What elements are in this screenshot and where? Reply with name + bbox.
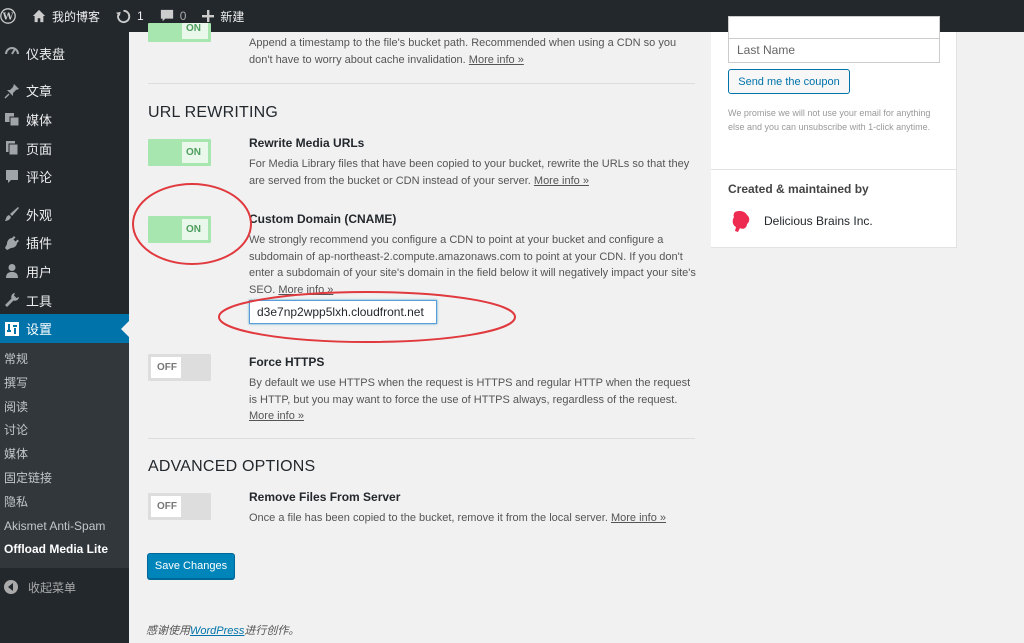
comment-icon (4, 169, 20, 185)
menu-tools[interactable]: 工具 (0, 286, 129, 315)
menu-label: 文章 (26, 84, 53, 100)
svg-text:W: W (2, 12, 14, 23)
url-rewriting-heading: URL REWRITING (148, 104, 279, 121)
submenu-item-media[interactable]: 媒体 (0, 443, 129, 467)
updates-icon (116, 9, 131, 23)
comments-count: 0 (179, 9, 187, 23)
footer-credit: 感谢使用WordPress进行创作。 (146, 625, 300, 637)
menu-dashboard[interactable]: 仪表盘 (0, 39, 129, 68)
advanced-options-heading: ADVANCED OPTIONS (148, 458, 316, 475)
wordpress-logo-icon[interactable]: W (0, 0, 24, 32)
submenu-item-akismet[interactable]: Akismet Anti-Spam (0, 515, 129, 539)
send-coupon-button[interactable]: Send me the coupon (728, 69, 850, 94)
brush-icon (4, 206, 20, 222)
remove-files-toggle[interactable]: OFF (148, 493, 211, 520)
settings-icon (4, 321, 20, 337)
dashboard-icon (4, 45, 20, 61)
rewrite-urls-setting: Rewrite Media URLs For Media Library fil… (249, 136, 697, 189)
submenu-item-writing[interactable]: 撰写 (0, 372, 129, 396)
updates-count: 1 (137, 9, 144, 23)
privacy-promise-text: We promise we will not use your email fo… (728, 108, 931, 132)
custom-domain-title: Custom Domain (CNAME) (249, 212, 397, 226)
submenu-item-permalinks[interactable]: 固定链接 (0, 467, 129, 491)
comment-icon (160, 9, 173, 22)
collapse-arrow-icon (4, 580, 18, 595)
site-name: 我的博客 (52, 9, 101, 24)
menu-label: 工具 (26, 293, 53, 309)
remove-files-setting: Remove Files From Server Once a file has… (249, 490, 697, 527)
divider (711, 169, 957, 170)
company-name: Delicious Brains Inc. (764, 214, 873, 228)
submenu-item-reading[interactable]: 阅读 (0, 396, 129, 420)
custom-domain-more-info-link[interactable]: More info » (278, 284, 333, 296)
remove-files-title: Remove Files From Server (249, 490, 401, 504)
submenu-item-general[interactable]: 常规 (0, 348, 129, 372)
media-icon (4, 111, 20, 127)
timestamp-more-info-link[interactable]: More info » (469, 54, 524, 66)
settings-submenu: 常规 撰写 阅读 讨论 媒体 固定链接 隐私 Akismet Anti-Spam… (0, 342, 129, 569)
divider (148, 438, 695, 439)
force-https-more-info-link[interactable]: More info » (249, 410, 304, 422)
pin-icon (4, 83, 20, 99)
force-https-setting: Force HTTPS By default we use HTTPS when… (249, 355, 697, 425)
save-changes-button[interactable]: Save Changes (147, 553, 235, 579)
timestamp-description: Append a timestamp to the file's bucket … (249, 37, 677, 66)
force-https-toggle[interactable]: OFF (148, 354, 211, 381)
admin-sidebar: 仪表盘 文章 媒体 页面 评论 外观 插件 用户 工具 设置 常规 撰写 阅读 … (0, 32, 129, 643)
custom-domain-input[interactable]: d3e7np2wpp5lxh.cloudfront.net (249, 300, 437, 324)
delicious-brains-logo-icon (728, 208, 754, 234)
menu-appearance[interactable]: 外观 (0, 200, 129, 229)
menu-settings[interactable]: 设置 (0, 314, 129, 343)
rewrite-urls-title: Rewrite Media URLs (249, 136, 365, 150)
submenu-item-discussion[interactable]: 讨论 (0, 419, 129, 443)
submenu-item-offload-media[interactable]: Offload Media Lite (0, 538, 129, 562)
coupon-sidebar-panel: Last Name Send me the coupon We promise … (711, 16, 957, 248)
force-https-title: Force HTTPS (249, 355, 325, 369)
menu-label: 页面 (26, 141, 53, 157)
menu-plugins[interactable]: 插件 (0, 229, 129, 258)
force-https-description: By default we use HTTPS when the request… (249, 377, 691, 406)
divider (148, 83, 695, 84)
menu-media[interactable]: 媒体 (0, 105, 129, 134)
menu-comments[interactable]: 评论 (0, 162, 129, 191)
user-icon (4, 263, 20, 279)
updates-link[interactable]: 1 (108, 0, 152, 32)
wrench-icon (4, 292, 20, 308)
last-name-input[interactable]: Last Name (728, 38, 940, 63)
menu-users[interactable]: 用户 (0, 257, 129, 286)
custom-domain-toggle[interactable]: ON (148, 216, 211, 243)
plugin-icon (4, 235, 20, 251)
menu-label: 用户 (26, 264, 53, 280)
menu-label: 仪表盘 (26, 46, 66, 62)
menu-label: 插件 (26, 236, 53, 252)
maintained-by-title: Created & maintained by (728, 182, 869, 196)
timestamp-setting: Append a timestamp to the file's bucket … (249, 35, 697, 68)
rewrite-urls-more-info-link[interactable]: More info » (534, 175, 589, 187)
site-name-link[interactable]: 我的博客 (24, 0, 108, 32)
menu-pages[interactable]: 页面 (0, 134, 129, 163)
home-icon (32, 9, 46, 23)
submenu-item-privacy[interactable]: 隐私 (0, 491, 129, 515)
menu-label: 外观 (26, 207, 53, 223)
collapse-menu-button[interactable]: 收起菜单 (0, 572, 129, 602)
wordpress-link[interactable]: WordPress (190, 625, 244, 637)
page-icon (4, 140, 20, 156)
collapse-label: 收起菜单 (28, 580, 77, 595)
main-content: ON Append a timestamp to the file's buck… (129, 16, 1024, 643)
remove-files-more-info-link[interactable]: More info » (611, 512, 666, 524)
plus-icon (202, 10, 215, 22)
rewrite-urls-toggle[interactable]: ON (148, 139, 211, 166)
menu-posts[interactable]: 文章 (0, 77, 129, 106)
rewrite-urls-description: For Media Library files that have been c… (249, 158, 690, 187)
remove-files-description: Once a file has been copied to the bucke… (249, 512, 608, 524)
custom-domain-setting: Custom Domain (CNAME) We strongly recomm… (249, 212, 697, 298)
new-label: 新建 (220, 9, 245, 24)
timestamp-toggle[interactable]: ON (148, 23, 211, 42)
menu-label: 评论 (26, 170, 53, 186)
menu-label: 媒体 (26, 112, 53, 128)
delicious-brains-credit[interactable]: Delicious Brains Inc. (728, 208, 873, 234)
menu-label: 设置 (26, 322, 53, 338)
